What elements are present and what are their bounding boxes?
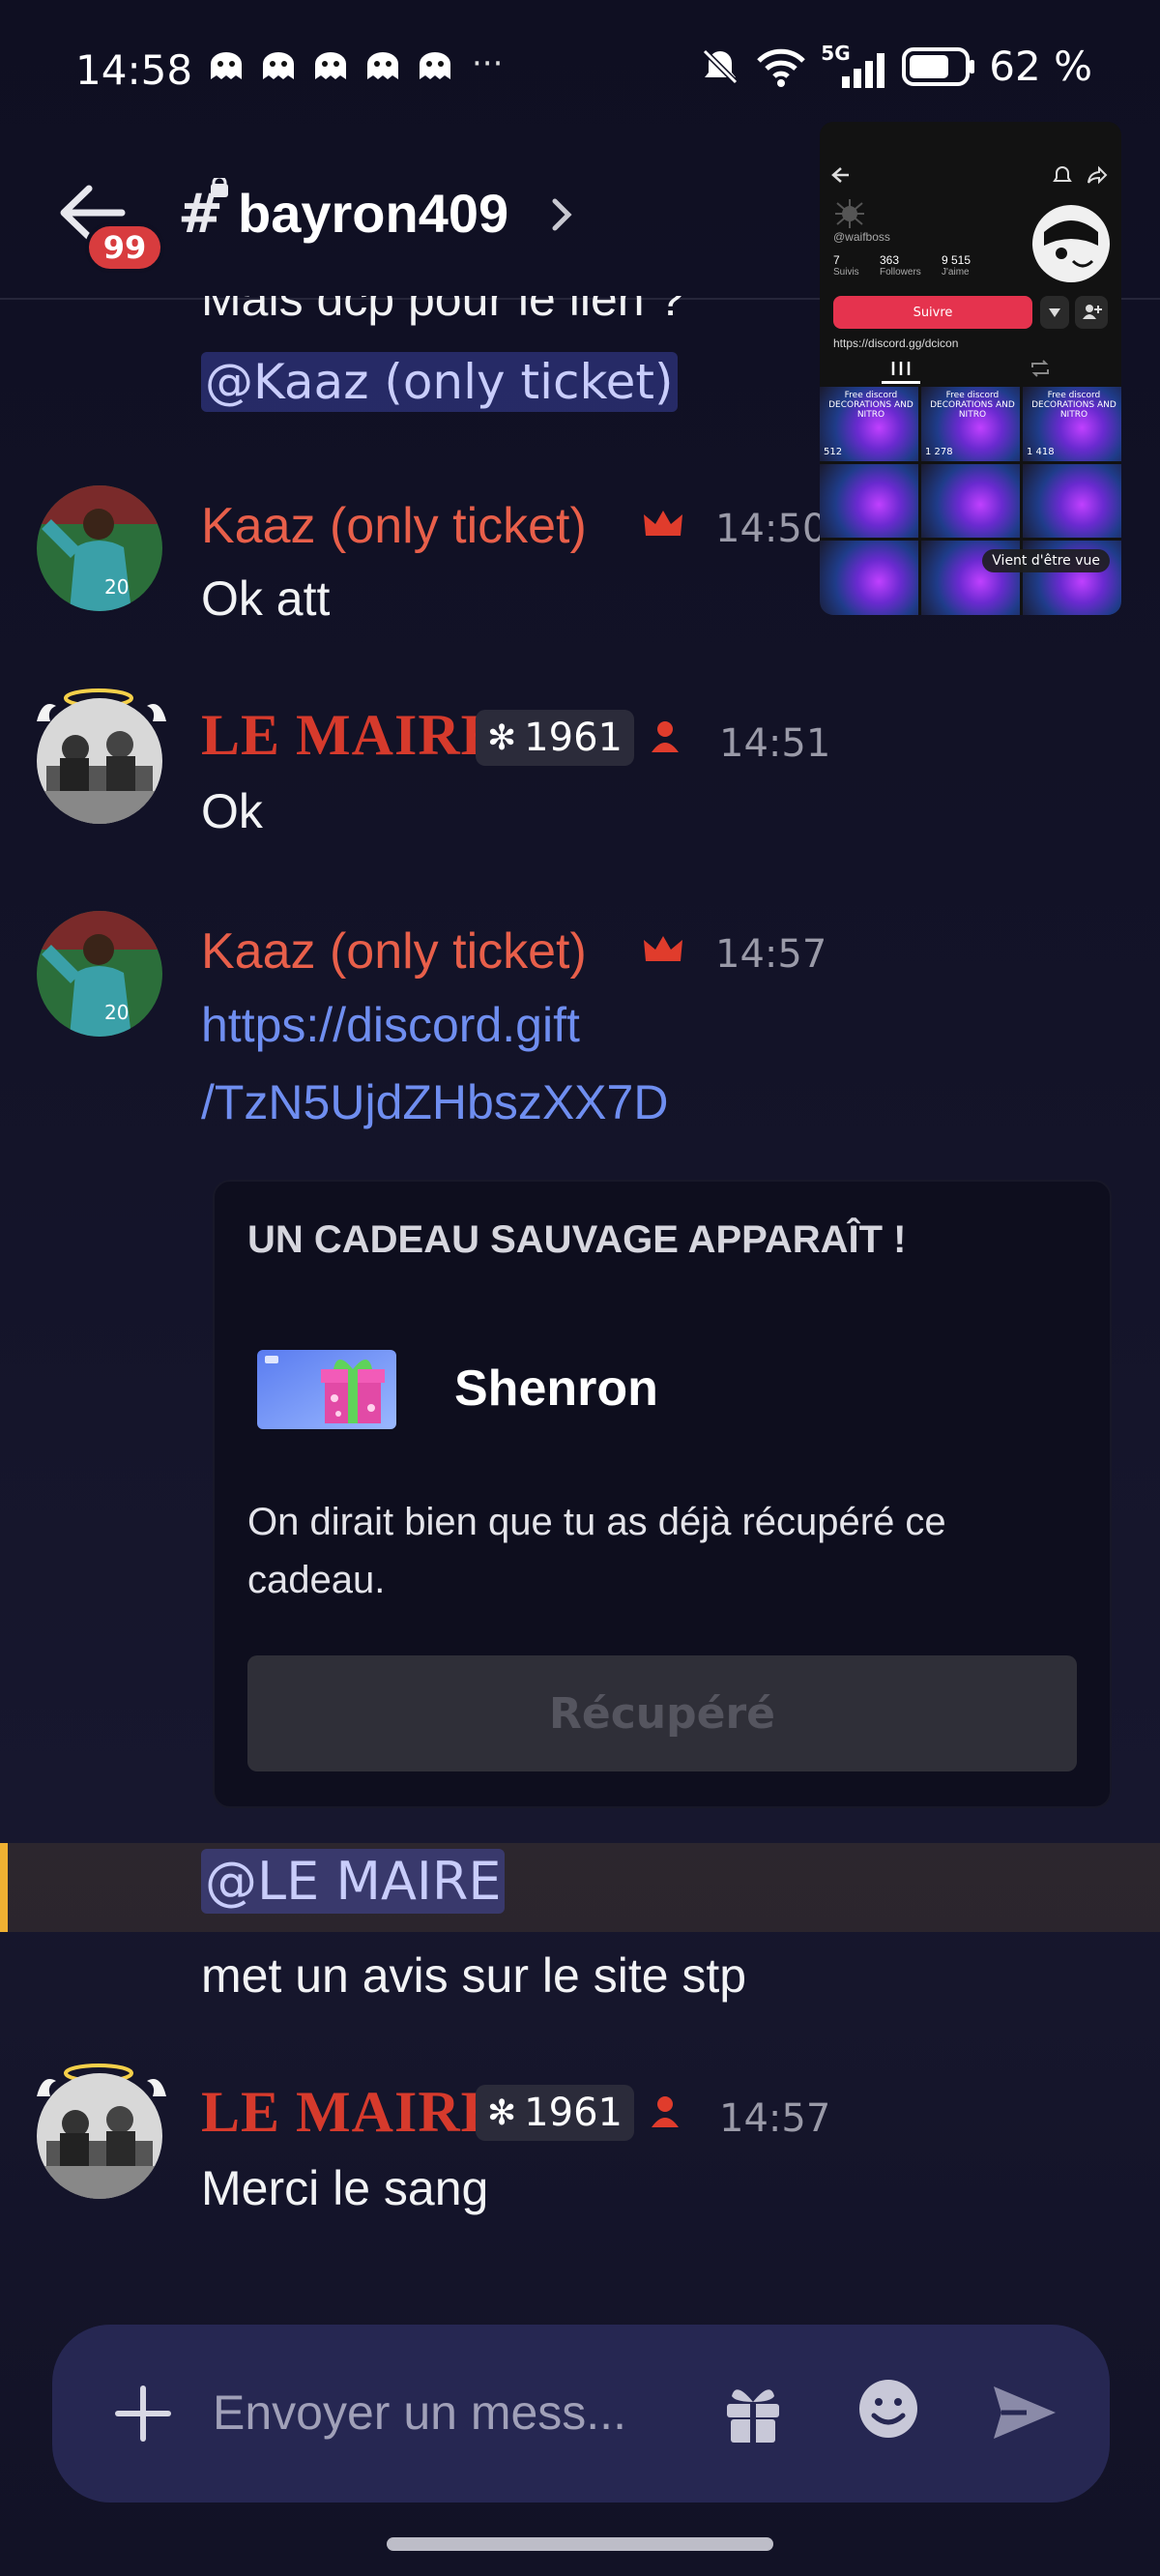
- gift-description: On dirait bien que tu as déjà récupéré c…: [247, 1501, 946, 1601]
- video-thumbnail[interactable]: [1023, 463, 1121, 539]
- video-thumbnail[interactable]: [820, 463, 918, 539]
- stat-label: J'aime: [942, 267, 970, 278]
- leaf-icon: ✻: [487, 2093, 517, 2133]
- avatar-kaaz[interactable]: 20: [37, 911, 162, 1037]
- avatar-placeholder-icon: [835, 199, 864, 228]
- private-channel-icon: #: [178, 178, 228, 246]
- message-author[interactable]: LE MAIRE: [201, 702, 501, 769]
- pip-window[interactable]: @waifboss 7 Suivis 363 Followers 9 515 J…: [820, 122, 1121, 615]
- app-notification-icon: [263, 52, 294, 79]
- app-notification-icon: [315, 52, 346, 79]
- crown-icon: [644, 936, 682, 961]
- message-time: 14:50: [715, 507, 827, 551]
- active-tab-indicator: [882, 381, 920, 384]
- crown-icon: [644, 511, 682, 536]
- guild-tag[interactable]: ✻ 1961: [476, 710, 634, 766]
- message-input[interactable]: Envoyer un mess...: [213, 2385, 626, 2441]
- follow-button[interactable]: Suivre: [833, 296, 1032, 329]
- person-role-icon: [652, 2096, 679, 2127]
- app-notification-icon: [367, 52, 398, 79]
- battery-percent: 62 %: [989, 43, 1092, 90]
- svg-text:20: 20: [104, 575, 129, 599]
- video-thumbnail[interactable]: Free discord DECORATIONS AND NITRO 1 418: [1023, 387, 1121, 461]
- link-line[interactable]: https://discord.gift: [201, 986, 668, 1064]
- recently-viewed-pill[interactable]: Vient d'être vue: [982, 549, 1110, 572]
- add-friend-button[interactable]: [1075, 296, 1108, 329]
- svg-text:20: 20: [104, 1001, 129, 1024]
- video-thumbnail[interactable]: [820, 541, 918, 615]
- chevron-right-icon[interactable]: [547, 193, 576, 236]
- gift-name: Shenron: [454, 1361, 658, 1417]
- video-thumbnail[interactable]: Free discord DECORATIONS AND NITRO 512: [820, 387, 918, 461]
- stat-label: Suivis: [833, 267, 859, 278]
- mention-chip[interactable]: @Kaaz (only ticket): [201, 352, 678, 412]
- plus-icon[interactable]: [108, 2379, 178, 2448]
- battery-icon: [902, 46, 975, 86]
- message-author[interactable]: Kaaz (only ticket): [201, 497, 587, 555]
- notification-icons: [205, 50, 456, 83]
- bell-muted-icon: [703, 48, 739, 84]
- gift-image: [257, 1350, 396, 1429]
- message-author[interactable]: Kaaz (only ticket): [201, 922, 587, 981]
- guild-tag[interactable]: ✻ 1961: [476, 2085, 634, 2141]
- message-time: 14:57: [715, 932, 827, 977]
- message-time: 14:57: [719, 2096, 831, 2141]
- gift-icon[interactable]: [719, 2379, 787, 2446]
- gift-link[interactable]: https://discord.gift /TzN5UjdZHbszXX7D: [201, 986, 668, 1141]
- avatar-le-maire[interactable]: [37, 698, 162, 824]
- message-text: Merci le sang: [201, 2161, 489, 2215]
- status-time: 14:58: [75, 46, 193, 94]
- person-role-icon: [652, 721, 679, 752]
- stat-value: 363: [880, 253, 900, 267]
- message-text: Ok: [201, 784, 263, 838]
- stat-label: Followers: [880, 267, 921, 278]
- leaf-icon: ✻: [487, 717, 517, 758]
- message-text: met un avis sur le site stp: [201, 1948, 747, 2003]
- profile-link[interactable]: https://discord.gg/dcicon: [833, 337, 958, 350]
- guild-tag-label: 1961: [524, 716, 623, 760]
- claimed-button[interactable]: Récupéré: [247, 1655, 1077, 1771]
- dropdown-button[interactable]: [1040, 296, 1069, 329]
- mention-highlight: [0, 1843, 1160, 1932]
- message-author[interactable]: LE MAIRE: [201, 2079, 501, 2146]
- profile-handle: @waifboss: [833, 230, 890, 244]
- guild-tag-label: 1961: [524, 2091, 623, 2135]
- stat-value: 7: [833, 253, 840, 267]
- avatar-kaaz[interactable]: 20: [37, 485, 162, 611]
- profile-avatar: [1032, 205, 1110, 282]
- stat-value: 9 515: [942, 253, 972, 267]
- message-text: Ok att: [201, 571, 331, 626]
- back-arrow-icon: [831, 167, 849, 183]
- wifi-icon: [757, 48, 806, 87]
- video-thumbnail[interactable]: Free discord DECORATIONS AND NITRO 1 278: [921, 387, 1020, 461]
- channel-name[interactable]: bayron409: [238, 182, 508, 245]
- cell-signal-icon: 5G: [821, 42, 888, 88]
- bell-icon: [1053, 165, 1072, 182]
- send-icon[interactable]: [988, 2379, 1061, 2446]
- link-line[interactable]: /TzN5UjdZHbszXX7D: [201, 1064, 668, 1141]
- unread-badge: 99: [85, 222, 164, 273]
- app-notification-icon: [211, 52, 242, 79]
- video-grid: Free discord DECORATIONS AND NITRO 512 Fr…: [820, 387, 1121, 615]
- repost-tab-icon[interactable]: [1029, 360, 1052, 377]
- gift-heading: UN CADEAU SAUVAGE APPARAÎT !: [247, 1218, 907, 1261]
- app-notification-icon: [420, 52, 450, 79]
- more-notifications: ···: [472, 44, 504, 83]
- system-indicators: 5G 62 %: [699, 42, 1092, 90]
- avatar-le-maire[interactable]: [37, 2073, 162, 2199]
- emoji-icon[interactable]: [855, 2375, 922, 2443]
- video-thumbnail[interactable]: [921, 463, 1020, 539]
- mention-chip[interactable]: @LE MAIRE: [201, 1849, 506, 1914]
- message-text: Mais dcp pour le lien ?: [201, 296, 685, 326]
- message-time: 14:51: [719, 721, 831, 766]
- grid-tab-icon[interactable]: [889, 360, 913, 377]
- share-icon: [1088, 165, 1108, 185]
- home-indicator[interactable]: [387, 2537, 773, 2551]
